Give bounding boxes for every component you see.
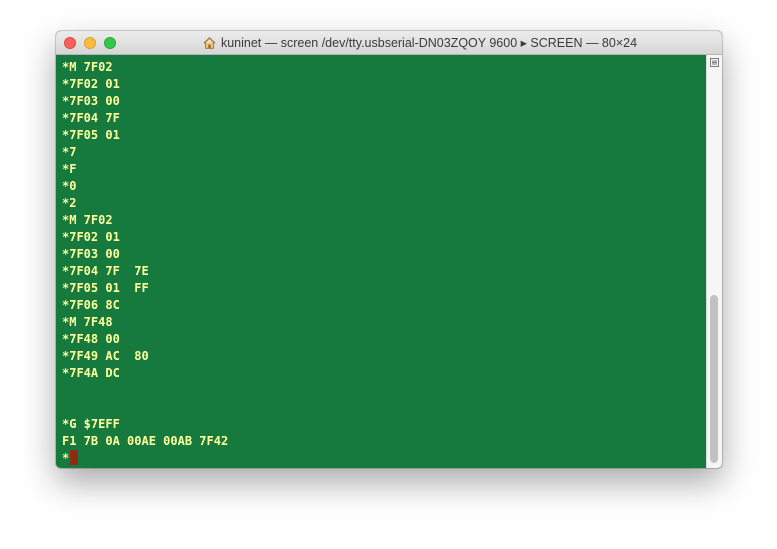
scrollbar-thumb[interactable]: [710, 295, 718, 463]
terminal-line: *M 7F02: [62, 213, 113, 227]
terminal-line: *7: [62, 145, 77, 159]
terminal-window: kuninet — screen /dev/tty.usbserial-DN03…: [56, 31, 722, 468]
window-title-group: kuninet — screen /dev/tty.usbserial-DN03…: [126, 31, 714, 54]
terminal-line: *7F4A DC: [62, 366, 120, 380]
close-button[interactable]: [64, 37, 76, 49]
window-title: kuninet — screen /dev/tty.usbserial-DN03…: [220, 36, 638, 50]
terminal-line: *2: [62, 196, 77, 210]
terminal-line: *7F02 01: [62, 230, 120, 244]
terminal-line: F1 7B 0A 00AE 00AB 7F42: [62, 434, 229, 448]
terminal-line: *7F48 00: [62, 332, 120, 346]
terminal-line: *7F05 01 FF: [62, 281, 149, 295]
terminal-line: *7F04 7F: [62, 111, 120, 125]
terminal-line: *7F49 AC 80: [62, 349, 149, 363]
text-cursor: [70, 450, 79, 465]
terminal-line: *7F03 00: [62, 247, 120, 261]
terminal-line: *0: [62, 179, 77, 193]
terminal-line: *7F05 01: [62, 128, 120, 142]
terminal-line: *F: [62, 162, 77, 176]
minimize-button[interactable]: [84, 37, 96, 49]
terminal-line: *7F03 00: [62, 94, 120, 108]
vertical-scrollbar[interactable]: [706, 55, 722, 468]
terminal-line: *7F02 01: [62, 77, 120, 91]
home-icon: [203, 36, 216, 49]
terminal-line: *M 7F48: [62, 315, 113, 329]
prompt: *: [62, 451, 70, 465]
terminal-output[interactable]: *M 7F02 *7F02 01 *7F03 00 *7F04 7F *7F05 01 *…: [56, 55, 706, 468]
terminal-line: *7F06 8C: [62, 298, 120, 312]
terminal-line: *G $7EFF: [62, 417, 120, 431]
zoom-button[interactable]: [104, 37, 116, 49]
terminal-line: *7F04 7F 7E: [62, 264, 149, 278]
prompt-line: *: [62, 450, 706, 467]
title-bar[interactable]: kuninet — screen /dev/tty.usbserial-DN03…: [56, 31, 722, 55]
terminal-line: *M 7F02: [62, 60, 113, 74]
split-pane-icon[interactable]: [710, 58, 719, 67]
